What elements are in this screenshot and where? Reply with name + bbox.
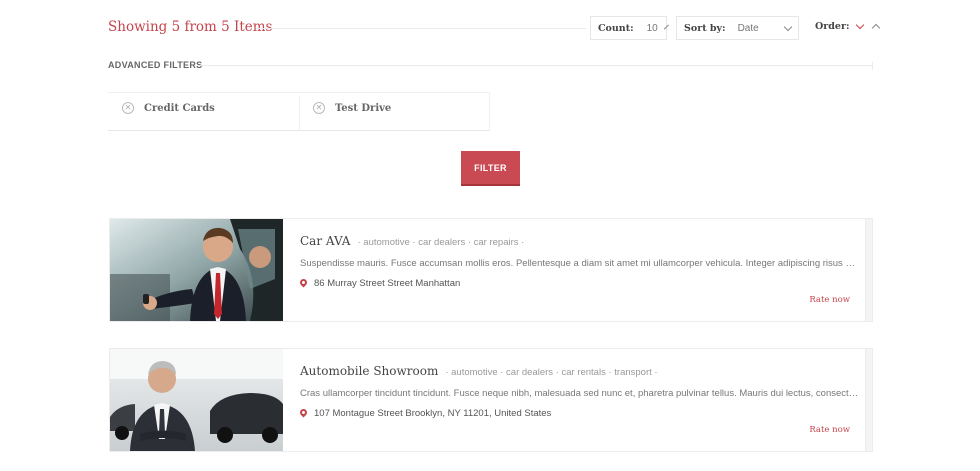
card-side-bar — [865, 219, 872, 321]
filters-divider-end — [872, 62, 873, 70]
order-ascending-icon[interactable] — [872, 23, 881, 33]
listing-card[interactable]: Automobile Showroom · automotive · car d… — [109, 348, 873, 452]
listing-categories: · automotive · car dealers · car repairs… — [357, 237, 525, 248]
listing-card[interactable]: Car AVA · automotive · car dealers · car… — [109, 218, 873, 322]
listing-title[interactable]: Car AVA — [300, 234, 350, 248]
listing-description: Suspendisse mauris. Fusce accumsan molli… — [300, 258, 860, 269]
chevron-down-icon — [663, 24, 669, 29]
listing-image[interactable] — [110, 219, 283, 321]
order-descending-icon[interactable] — [856, 20, 865, 29]
count-label: Count: — [598, 22, 634, 34]
count-value: 10 — [646, 22, 658, 34]
remove-filter-icon[interactable]: ✕ — [122, 102, 134, 114]
header-divider — [256, 28, 586, 29]
filter-chip-test-drive[interactable]: ✕ Test Drive — [313, 102, 391, 114]
listing-address: 86 Murray Street Street Manhattan — [298, 277, 461, 289]
sort-label: Sort by: — [684, 22, 726, 34]
rate-now-link[interactable]: Rate now — [809, 295, 850, 305]
map-pin-icon — [298, 277, 309, 288]
map-pin-icon — [298, 407, 309, 418]
listing-title-row: Car AVA · automotive · car dealers · car… — [300, 234, 524, 248]
order-label: Order: — [815, 21, 850, 32]
sort-value: Date — [737, 22, 759, 34]
listing-categories: · automotive · car dealers · car rentals… — [445, 367, 658, 378]
remove-filter-icon[interactable]: ✕ — [313, 102, 325, 114]
results-count-title: Showing 5 from 5 Items — [108, 19, 273, 35]
filter-button[interactable]: FILTER — [461, 151, 520, 186]
filters-divider — [200, 65, 873, 66]
listing-address-text: 107 Montague Street Brooklyn, NY 11201, … — [314, 408, 552, 419]
listing-description: Cras ullamcorper tincidunt tincidunt. Fu… — [300, 388, 860, 399]
filter-chip-label: Credit Cards — [144, 102, 215, 114]
count-select[interactable]: Count: 10 — [590, 16, 669, 40]
advanced-filters-title: ADVANCED FILTERS — [108, 60, 203, 70]
filter-chips-separator — [299, 96, 300, 130]
order-control: Order: — [815, 20, 881, 33]
rate-now-link[interactable]: Rate now — [809, 425, 850, 435]
chevron-down-icon — [783, 22, 793, 31]
card-side-bar — [865, 349, 872, 451]
listing-title[interactable]: Automobile Showroom — [300, 364, 438, 378]
listing-address: 107 Montague Street Brooklyn, NY 11201, … — [298, 407, 552, 419]
listing-image[interactable] — [110, 349, 283, 451]
filter-chip-label: Test Drive — [335, 102, 392, 114]
listing-title-row: Automobile Showroom · automotive · car d… — [300, 364, 658, 378]
listing-address-text: 86 Murray Street Street Manhattan — [314, 278, 461, 289]
filter-chip-credit-cards[interactable]: ✕ Credit Cards — [122, 102, 215, 114]
sort-select[interactable]: Sort by: Date — [676, 16, 799, 40]
